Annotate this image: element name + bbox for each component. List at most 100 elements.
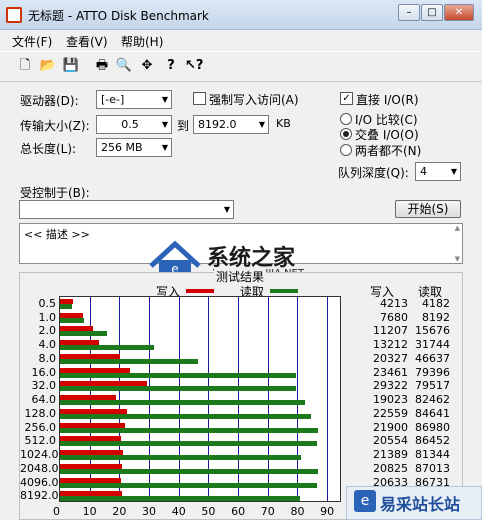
gridline	[327, 297, 329, 501]
read-bar	[60, 386, 297, 392]
read-value: 79396	[415, 365, 450, 379]
queue-depth-label: 队列深度(Q):	[338, 166, 409, 180]
close-button[interactable]: ✕	[444, 4, 474, 21]
transfer-to-select[interactable]: 8192.0 ▼	[193, 115, 269, 134]
read-value: 79517	[415, 379, 450, 393]
menu-file[interactable]: 文件(F)	[12, 33, 52, 50]
x-tick-label: 40	[171, 505, 186, 518]
scroll-up-icon[interactable]: ▲	[455, 224, 460, 232]
direct-io-checkbox[interactable]: ✓	[340, 92, 353, 105]
read-bar	[60, 358, 199, 364]
row-label: 1024.0	[20, 448, 59, 462]
chevron-down-icon: ▼	[258, 120, 265, 129]
chevron-down-icon: ▼	[161, 143, 168, 152]
row-label: 16.0	[31, 365, 57, 379]
controlled-by-select[interactable]: ▼	[19, 200, 234, 219]
queue-depth-select[interactable]: 4 ▼	[415, 162, 461, 181]
open-folder-icon[interactable]: 📂	[39, 57, 57, 75]
read-value: 84641	[415, 406, 450, 420]
x-tick-label: 90	[320, 505, 335, 518]
x-tick-label: 30	[142, 505, 157, 518]
read-value: 81344	[415, 448, 450, 462]
drive-select[interactable]: [-e-] ▼	[96, 90, 172, 109]
print-icon[interactable]: 🖶	[93, 57, 111, 75]
row-label: 8.0	[38, 351, 57, 365]
read-bar	[60, 496, 301, 502]
chevron-down-icon: ▼	[223, 205, 230, 214]
x-tick-label: 60	[231, 505, 246, 518]
save-icon[interactable]: 💾	[62, 57, 80, 75]
row-label: 0.5	[38, 297, 57, 310]
read-value: 87013	[415, 461, 450, 475]
description-text: << 描述 >>	[24, 228, 90, 241]
radio-neither[interactable]	[340, 144, 352, 156]
print-preview-icon[interactable]: 🔍	[115, 57, 133, 75]
context-help-icon[interactable]: ↖?	[185, 57, 203, 75]
kb-unit-label: KB	[276, 117, 291, 130]
row-label: 4.0	[38, 338, 57, 352]
legend-read-swatch	[270, 289, 298, 293]
drive-label: 驱动器(D):	[20, 94, 79, 108]
read-value: 31744	[415, 338, 450, 352]
radio-overlap-io[interactable]	[340, 128, 352, 140]
chevron-down-icon: ▼	[161, 95, 168, 104]
row-label: 8192.0	[20, 489, 59, 503]
controlled-by-label: 受控制于(B):	[20, 186, 90, 200]
scroll-down-icon[interactable]: ▼	[455, 255, 460, 263]
read-value: 4182	[422, 297, 450, 310]
corner-watermark-text: 易采站长站	[380, 495, 461, 514]
move-icon[interactable]: ✥	[138, 57, 156, 75]
read-bar	[60, 317, 85, 323]
row-label: 512.0	[24, 434, 57, 448]
read-bar	[60, 304, 73, 309]
window-title: 无标题 - ATTO Disk Benchmark	[28, 9, 209, 23]
row-label: 128.0	[24, 406, 57, 420]
legend-write-swatch	[186, 289, 214, 293]
read-value: 86452	[415, 434, 450, 448]
radio-overlap-io-label: 交叠 I/O(O)	[355, 128, 419, 142]
row-label: 32.0	[31, 379, 57, 393]
radio-io-compare[interactable]	[340, 113, 352, 125]
direct-io-label: 直接 I/O(R)	[356, 93, 419, 107]
menu-view[interactable]: 查看(V)	[66, 33, 108, 50]
write-value: 29322	[373, 379, 408, 393]
app-icon	[6, 7, 22, 23]
write-value: 4213	[380, 297, 408, 310]
write-value: 13212	[373, 338, 408, 352]
write-value: 23461	[373, 365, 408, 379]
read-value: 8192	[422, 310, 450, 324]
row-label: 2048.0	[20, 461, 59, 475]
new-file-icon[interactable]: 🗋	[16, 57, 34, 75]
read-value: 82462	[415, 393, 450, 407]
read-bar	[60, 331, 107, 337]
transfer-from-select[interactable]: 0.5 ▼	[96, 115, 172, 134]
help-icon[interactable]: ?	[162, 57, 180, 75]
x-tick-label: 10	[82, 505, 97, 518]
read-bar	[60, 372, 296, 378]
total-length-select[interactable]: 256 MB ▼	[96, 138, 172, 157]
maximize-button[interactable]: □	[421, 4, 443, 21]
read-bar	[60, 468, 319, 474]
total-length-value: 256 MB	[101, 141, 143, 154]
x-tick-label: 70	[260, 505, 275, 518]
read-value: 15676	[415, 324, 450, 338]
menu-help[interactable]: 帮助(H)	[121, 33, 163, 50]
write-value: 20825	[373, 461, 408, 475]
drive-value: [-e-]	[101, 93, 125, 106]
read-value: 86980	[415, 420, 450, 434]
row-label: 1.0	[38, 310, 57, 324]
transfer-from-value: 0.5	[121, 118, 139, 131]
minimize-button[interactable]: –	[398, 4, 420, 21]
read-bar	[60, 482, 318, 488]
write-value: 20327	[373, 351, 408, 365]
x-tick-label: 0	[53, 505, 60, 518]
row-label: 64.0	[31, 393, 57, 407]
read-bar	[60, 413, 312, 419]
read-bar	[60, 427, 319, 433]
chevron-down-icon: ▼	[450, 167, 457, 176]
start-button[interactable]: 开始(S)	[395, 200, 461, 218]
x-tick-label: 50	[201, 505, 216, 518]
force-write-checkbox[interactable]	[193, 92, 206, 105]
write-value: 22559	[373, 406, 408, 420]
read-bar	[60, 345, 155, 351]
